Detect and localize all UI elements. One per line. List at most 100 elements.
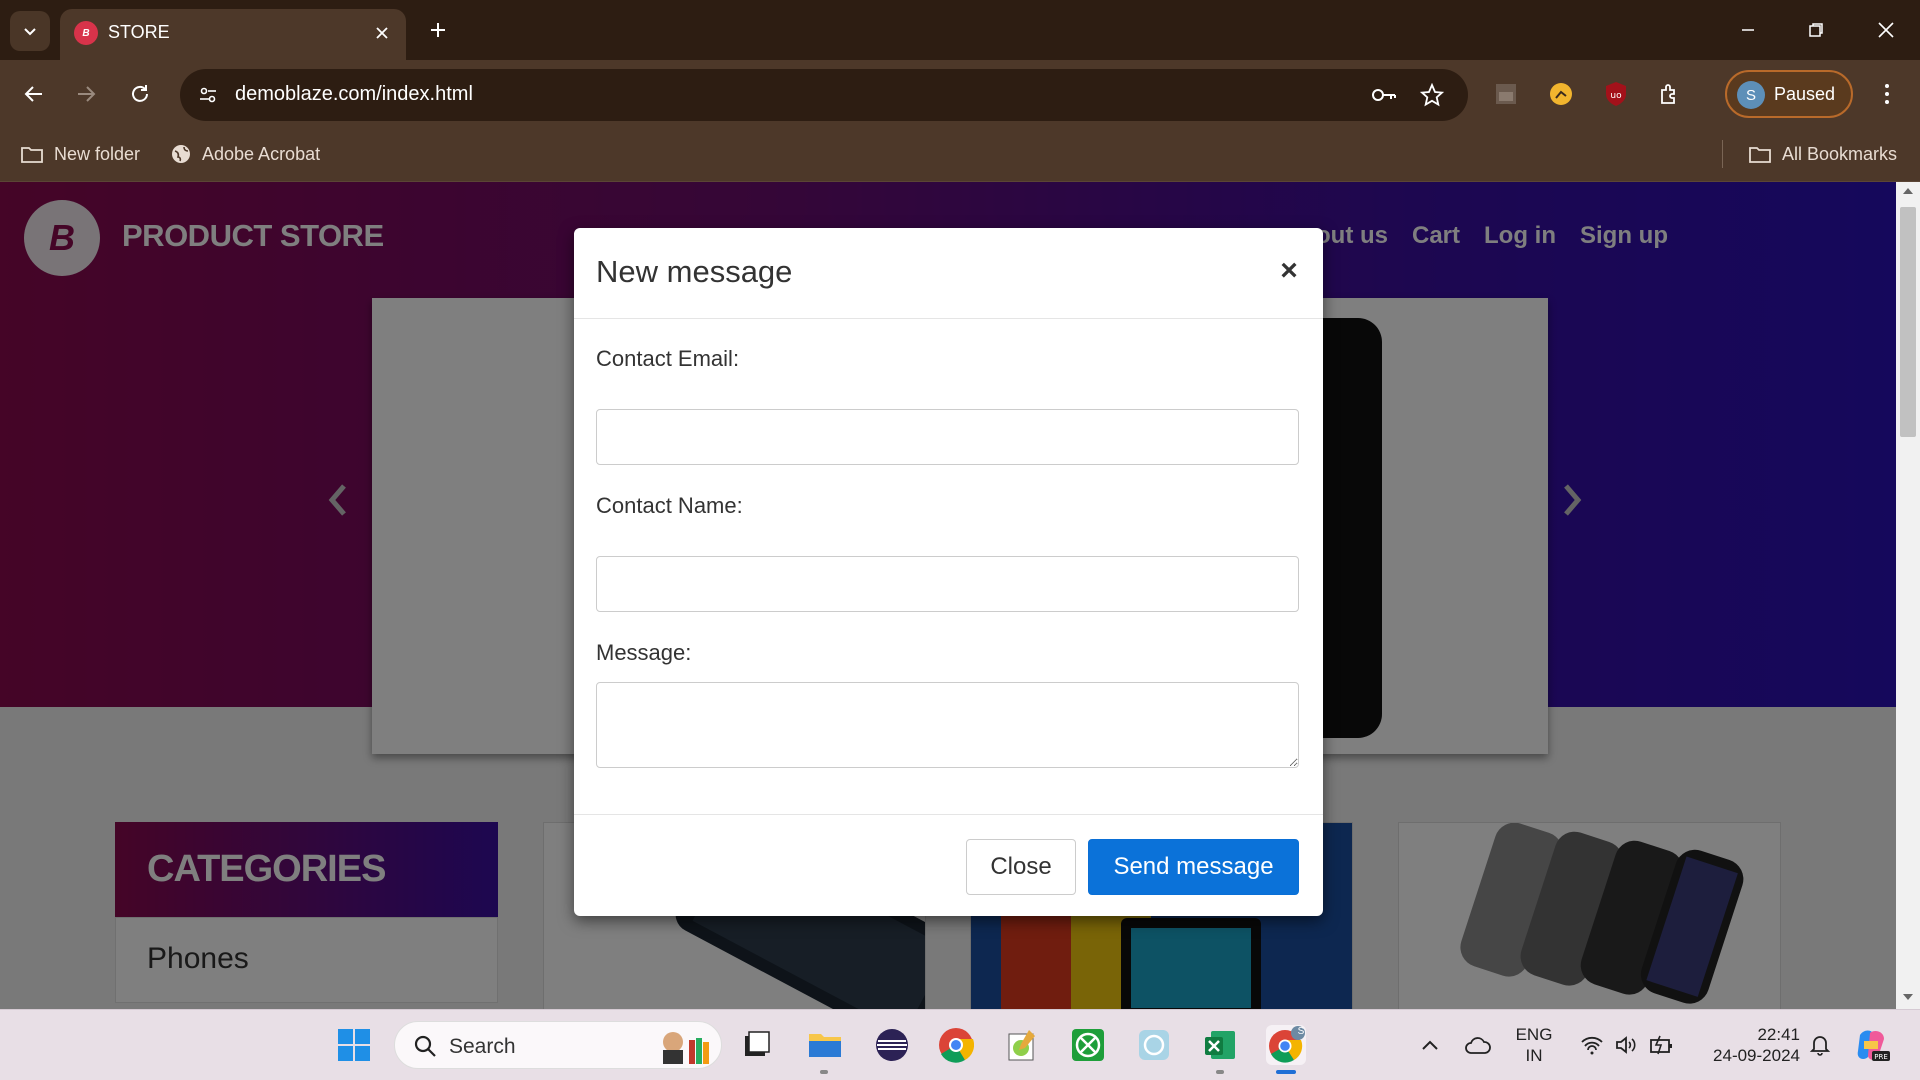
svg-text:PRE: PRE xyxy=(1874,1053,1888,1061)
site-info-button[interactable] xyxy=(192,79,224,111)
tab-title: STORE xyxy=(108,22,170,42)
page-scrollbar[interactable] xyxy=(1896,182,1920,1009)
contact-name-field[interactable] xyxy=(596,556,1299,612)
clock-date: 24-09-2024 xyxy=(1713,1046,1800,1065)
password-key-button[interactable] xyxy=(1370,81,1398,109)
plus-icon xyxy=(431,23,445,37)
notification-bell-icon xyxy=(1809,1036,1831,1056)
eclipse-icon xyxy=(876,1029,908,1061)
bookmark-label: Adobe Acrobat xyxy=(202,143,321,164)
reload-button[interactable] xyxy=(120,74,160,114)
close-icon xyxy=(376,27,388,39)
bookmark-star-button[interactable] xyxy=(1418,81,1446,109)
language-indicator[interactable]: ENG IN xyxy=(1512,1024,1556,1066)
contact-name-label: Contact Name: xyxy=(596,493,743,518)
browser-menu-button[interactable] xyxy=(1872,74,1902,114)
svg-text:uo: uo xyxy=(1610,91,1622,101)
notepad-plus-icon xyxy=(1008,1030,1035,1061)
ublock-extension[interactable]: uo xyxy=(1600,78,1632,110)
task-view-icon xyxy=(745,1031,770,1056)
browser-toolbar: demoblaze.com/index.html uo S Paused xyxy=(0,60,1920,128)
scroll-down-icon[interactable] xyxy=(1902,992,1914,1004)
ublock-shield-icon: uo xyxy=(1606,82,1626,106)
key-icon xyxy=(1372,89,1396,101)
explorer-running-indicator xyxy=(820,1070,828,1074)
search-highlight-image-icon xyxy=(663,1032,709,1064)
wifi-icon xyxy=(1581,1036,1603,1055)
puzzle-icon xyxy=(1661,84,1675,104)
star-icon xyxy=(1420,83,1444,107)
new-tab-button[interactable] xyxy=(422,14,454,46)
excel-button[interactable] xyxy=(1200,1025,1240,1065)
close-icon xyxy=(1878,22,1894,38)
file-explorer-button[interactable] xyxy=(805,1025,845,1065)
window-close-button[interactable] xyxy=(1862,10,1910,50)
region-code: IN xyxy=(1525,1046,1543,1065)
arrow-left-icon xyxy=(24,86,42,102)
battery-button[interactable] xyxy=(1642,1025,1682,1065)
kebab-menu-icon xyxy=(1885,84,1889,104)
onedrive-button[interactable] xyxy=(1458,1025,1498,1065)
tab-search-button[interactable] xyxy=(10,11,50,51)
chrome-active-indicator xyxy=(1276,1070,1296,1074)
contact-email-field[interactable] xyxy=(596,409,1299,465)
url-text[interactable]: demoblaze.com/index.html xyxy=(235,83,473,106)
modal-footer: Close Send message xyxy=(574,814,1323,916)
profile-status-label: Paused xyxy=(1774,84,1836,104)
send-message-button[interactable]: Send message xyxy=(1088,839,1299,895)
all-bookmarks-button[interactable]: All Bookmarks xyxy=(1748,138,1897,170)
cloud-icon xyxy=(1465,1037,1491,1054)
windows-taskbar: Search S ENG IN 22:41 24-09-2024 PRE xyxy=(0,1009,1920,1080)
minimize-button[interactable] xyxy=(1724,10,1772,50)
eclipse-button[interactable] xyxy=(872,1025,912,1065)
tab-close-button[interactable] xyxy=(368,19,396,47)
grid-extension-icon xyxy=(1496,84,1516,104)
xbox-icon xyxy=(1072,1029,1104,1061)
contact-email-label: Contact Email: xyxy=(596,346,740,371)
modal-title: New message xyxy=(596,254,793,289)
copilot-button[interactable]: PRE xyxy=(1852,1025,1892,1065)
back-button[interactable] xyxy=(14,74,54,114)
extension-2[interactable] xyxy=(1545,78,1577,110)
folder-icon xyxy=(809,1034,841,1057)
editor-app-button[interactable] xyxy=(1002,1025,1042,1065)
all-bookmarks-label: All Bookmarks xyxy=(1782,143,1898,164)
chrome-profile-badge: S xyxy=(1297,1026,1305,1037)
bookmark-new-folder[interactable]: New folder xyxy=(20,138,140,170)
search-placeholder: Search xyxy=(449,1035,516,1058)
address-bar[interactable]: demoblaze.com/index.html xyxy=(180,69,1468,121)
task-view-button[interactable] xyxy=(736,1025,776,1065)
message-textarea[interactable] xyxy=(596,682,1299,768)
scroll-up-icon[interactable] xyxy=(1902,186,1914,198)
tune-icon xyxy=(200,87,216,103)
clock-time: 22:41 xyxy=(1757,1025,1800,1044)
restore-button[interactable] xyxy=(1792,10,1840,50)
minimize-icon xyxy=(1742,29,1754,31)
app-button[interactable] xyxy=(1134,1025,1174,1065)
browser-tab[interactable]: B STORE xyxy=(60,9,406,60)
volume-button[interactable] xyxy=(1606,1025,1646,1065)
start-button[interactable] xyxy=(334,1025,374,1065)
xbox-button[interactable] xyxy=(1068,1025,1108,1065)
taskbar-search[interactable]: Search xyxy=(394,1021,722,1069)
clock[interactable]: 22:41 24-09-2024 xyxy=(1690,1024,1800,1066)
chrome-button[interactable] xyxy=(936,1025,976,1065)
chrome-profile-button[interactable]: S xyxy=(1266,1025,1306,1065)
bookmark-adobe-acrobat[interactable]: Adobe Acrobat xyxy=(170,138,320,170)
scroll-thumb[interactable] xyxy=(1900,207,1916,437)
notifications-button[interactable] xyxy=(1800,1025,1840,1065)
show-hidden-icons-button[interactable] xyxy=(1410,1025,1450,1065)
battery-charging-icon xyxy=(1650,1035,1672,1055)
close-button[interactable]: Close xyxy=(966,839,1076,895)
language-code: ENG xyxy=(1515,1025,1553,1044)
windows-logo-icon xyxy=(338,1029,370,1061)
forward-button[interactable] xyxy=(66,74,106,114)
speaker-icon xyxy=(1616,1036,1636,1054)
chevron-up-icon xyxy=(1422,1040,1438,1050)
modal-close-x-button[interactable]: × xyxy=(1274,253,1304,289)
extension-1[interactable] xyxy=(1490,78,1522,110)
extensions-menu-button[interactable] xyxy=(1654,78,1686,110)
tab-strip: B STORE xyxy=(0,0,1920,60)
profile-button[interactable]: S Paused xyxy=(1725,70,1853,118)
chat-app-icon xyxy=(1139,1030,1169,1060)
